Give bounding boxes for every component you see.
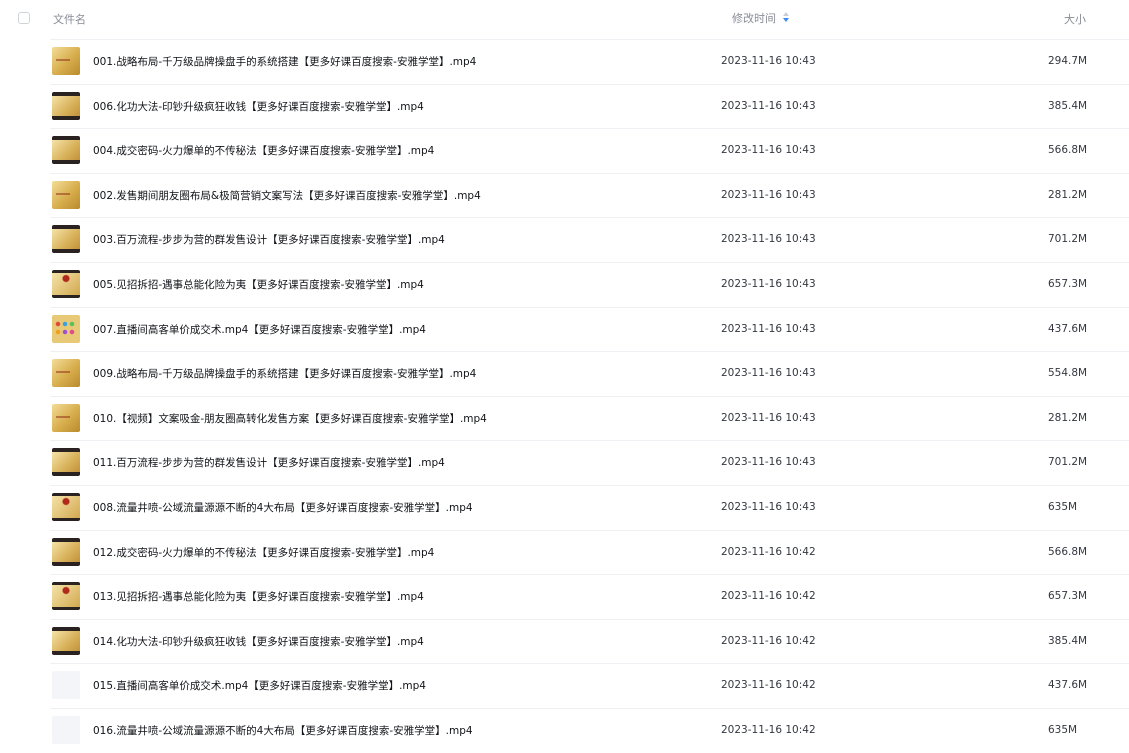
file-row[interactable]: 002.发售期间朋友圈布局&极简营销文案写法【更多好课百度搜索-安雅学堂】.mp… xyxy=(0,172,1129,218)
file-name[interactable]: 013.见招拆招-遇事总能化险为夷【更多好课百度搜索-安雅学堂】.mp4 xyxy=(93,589,424,604)
file-modified-time: 2023-11-16 10:43 xyxy=(721,322,816,335)
video-thumbnail xyxy=(52,537,80,566)
column-header-modified-time[interactable]: 修改时间 xyxy=(732,10,776,26)
video-thumbnail xyxy=(52,715,80,744)
file-modified-time: 2023-11-16 10:43 xyxy=(721,233,816,246)
file-row[interactable]: 006.化功大法-印钞升级疯狂收钱【更多好课百度搜索-安雅学堂】.mp4 2023… xyxy=(0,83,1129,129)
file-modified-time: 2023-11-16 10:43 xyxy=(721,55,816,67)
file-row[interactable]: 011.百万流程-步步为营的群发售设计【更多好课百度搜索-安雅学堂】.mp4 20… xyxy=(0,440,1129,485)
file-row[interactable]: 010.【视频】文案吸金-朋友圈高转化发售方案【更多好课百度搜索-安雅学堂】.m… xyxy=(0,395,1129,441)
file-size: 657.3M xyxy=(1048,590,1088,603)
file-row[interactable]: 013.见招拆招-遇事总能化险为夷【更多好课百度搜索-安雅学堂】.mp4 2023… xyxy=(0,574,1129,619)
column-header-size[interactable]: 大小 xyxy=(1064,11,1086,27)
file-size: 701.2M xyxy=(1048,233,1088,246)
file-name[interactable]: 008.流量井喷-公域流量源源不断的4大布局【更多好课百度搜索-安雅学堂】.mp… xyxy=(93,500,473,515)
file-modified-time: 2023-11-16 10:43 xyxy=(721,188,816,201)
file-modified-time: 2023-11-16 10:43 xyxy=(721,277,816,290)
file-row[interactable]: 015.直播间高客单价成交术.mp4【更多好课百度搜索-安雅学堂】.mp4 202… xyxy=(0,663,1129,708)
file-name[interactable]: 007.直播间高客单价成交术.mp4【更多好课百度搜索-安雅学堂】.mp4 xyxy=(93,322,426,337)
file-name[interactable]: 003.百万流程-步步为营的群发售设计【更多好课百度搜索-安雅学堂】.mp4 xyxy=(93,232,445,247)
file-size: 437.6M xyxy=(1048,322,1088,335)
file-list: 001.战略布局-千万级品牌操盘手的系统搭建【更多好课百度搜索-安雅学堂】.mp… xyxy=(0,39,1129,753)
sort-arrows-icon[interactable] xyxy=(782,11,790,23)
file-size: 635M xyxy=(1048,723,1078,736)
file-row[interactable]: 004.成交密码-火力爆单的不传秘法【更多好课百度搜索-安雅学堂】.mp4 202… xyxy=(0,128,1129,173)
file-row[interactable]: 012.成交密码-火力爆单的不传秘法【更多好课百度搜索-安雅学堂】.mp4 202… xyxy=(0,529,1129,575)
video-thumbnail xyxy=(52,314,80,343)
video-thumbnail xyxy=(52,448,80,477)
file-modified-time: 2023-11-16 10:42 xyxy=(721,634,816,647)
file-modified-time: 2023-11-16 10:43 xyxy=(721,99,816,112)
file-size: 554.8M xyxy=(1048,367,1088,380)
video-thumbnail xyxy=(52,492,80,521)
file-size: 566.8M xyxy=(1048,545,1088,558)
file-name[interactable]: 014.化功大法-印钞升级疯狂收钱【更多好课百度搜索-安雅学堂】.mp4 xyxy=(93,634,424,649)
file-name[interactable]: 015.直播间高客单价成交术.mp4【更多好课百度搜索-安雅学堂】.mp4 xyxy=(93,678,426,693)
video-thumbnail xyxy=(52,180,80,209)
file-modified-time: 2023-11-16 10:42 xyxy=(721,679,816,692)
file-modified-time: 2023-11-16 10:42 xyxy=(721,590,816,603)
video-thumbnail xyxy=(52,47,80,75)
file-size: 701.2M xyxy=(1048,456,1088,469)
file-row[interactable]: 007.直播间高客单价成交术.mp4【更多好课百度搜索-安雅学堂】.mp4 202… xyxy=(0,306,1129,352)
file-modified-time: 2023-11-16 10:43 xyxy=(721,500,816,513)
video-thumbnail xyxy=(52,671,80,700)
file-modified-time: 2023-11-16 10:43 xyxy=(721,411,816,424)
file-modified-time: 2023-11-16 10:43 xyxy=(721,456,816,469)
file-row[interactable]: 003.百万流程-步步为营的群发售设计【更多好课百度搜索-安雅学堂】.mp4 20… xyxy=(0,217,1129,262)
file-size: 385.4M xyxy=(1048,99,1088,112)
video-thumbnail xyxy=(52,582,80,611)
file-size: 635M xyxy=(1048,500,1078,513)
file-name[interactable]: 011.百万流程-步步为营的群发售设计【更多好课百度搜索-安雅学堂】.mp4 xyxy=(93,455,445,470)
file-name[interactable]: 009.战略布局-千万级品牌操盘手的系统搭建【更多好课百度搜索-安雅学堂】.mp… xyxy=(93,366,476,381)
video-thumbnail xyxy=(52,359,80,388)
file-list-header: 文件名 修改时间 大小 xyxy=(0,0,1129,40)
file-name[interactable]: 002.发售期间朋友圈布局&极简营销文案写法【更多好课百度搜索-安雅学堂】.mp… xyxy=(93,188,481,203)
file-size: 294.7M xyxy=(1048,55,1088,67)
file-row[interactable]: 008.流量井喷-公域流量源源不断的4大布局【更多好课百度搜索-安雅学堂】.mp… xyxy=(0,484,1129,530)
file-name[interactable]: 005.见招拆招-遇事总能化险为夷【更多好课百度搜索-安雅学堂】.mp4 xyxy=(93,277,424,292)
file-size: 657.3M xyxy=(1048,277,1088,290)
file-name[interactable]: 001.战略布局-千万级品牌操盘手的系统搭建【更多好课百度搜索-安雅学堂】.mp… xyxy=(93,54,476,69)
file-row[interactable]: 016.流量井喷-公域流量源源不断的4大布局【更多好课百度搜索-安雅学堂】.mp… xyxy=(0,707,1129,753)
file-size: 437.6M xyxy=(1048,679,1088,692)
file-modified-time: 2023-11-16 10:42 xyxy=(721,723,816,736)
file-name[interactable]: 004.成交密码-火力爆单的不传秘法【更多好课百度搜索-安雅学堂】.mp4 xyxy=(93,143,434,158)
video-thumbnail xyxy=(52,91,80,120)
video-thumbnail xyxy=(52,626,80,655)
file-size: 281.2M xyxy=(1048,411,1088,424)
file-row[interactable]: 005.见招拆招-遇事总能化险为夷【更多好课百度搜索-安雅学堂】.mp4 2023… xyxy=(0,261,1129,307)
select-all-checkbox[interactable] xyxy=(18,12,30,24)
column-header-name[interactable]: 文件名 xyxy=(53,11,86,27)
file-modified-time: 2023-11-16 10:42 xyxy=(721,545,816,558)
video-thumbnail xyxy=(52,269,80,298)
file-row[interactable]: 001.战略布局-千万级品牌操盘手的系统搭建【更多好课百度搜索-安雅学堂】.mp… xyxy=(0,39,1129,84)
file-name[interactable]: 012.成交密码-火力爆单的不传秘法【更多好课百度搜索-安雅学堂】.mp4 xyxy=(93,545,434,560)
file-size: 566.8M xyxy=(1048,144,1088,157)
file-row[interactable]: 014.化功大法-印钞升级疯狂收钱【更多好课百度搜索-安雅学堂】.mp4 2023… xyxy=(0,618,1129,664)
video-thumbnail xyxy=(52,225,80,254)
file-name[interactable]: 010.【视频】文案吸金-朋友圈高转化发售方案【更多好课百度搜索-安雅学堂】.m… xyxy=(93,411,487,426)
file-modified-time: 2023-11-16 10:43 xyxy=(721,144,816,157)
file-size: 385.4M xyxy=(1048,634,1088,647)
video-thumbnail xyxy=(52,403,80,432)
file-row[interactable]: 009.战略布局-千万级品牌操盘手的系统搭建【更多好课百度搜索-安雅学堂】.mp… xyxy=(0,351,1129,396)
file-size: 281.2M xyxy=(1048,188,1088,201)
file-name[interactable]: 006.化功大法-印钞升级疯狂收钱【更多好课百度搜索-安雅学堂】.mp4 xyxy=(93,99,424,114)
video-thumbnail xyxy=(52,136,80,165)
file-name[interactable]: 016.流量井喷-公域流量源源不断的4大布局【更多好课百度搜索-安雅学堂】.mp… xyxy=(93,723,473,738)
file-modified-time: 2023-11-16 10:43 xyxy=(721,367,816,380)
